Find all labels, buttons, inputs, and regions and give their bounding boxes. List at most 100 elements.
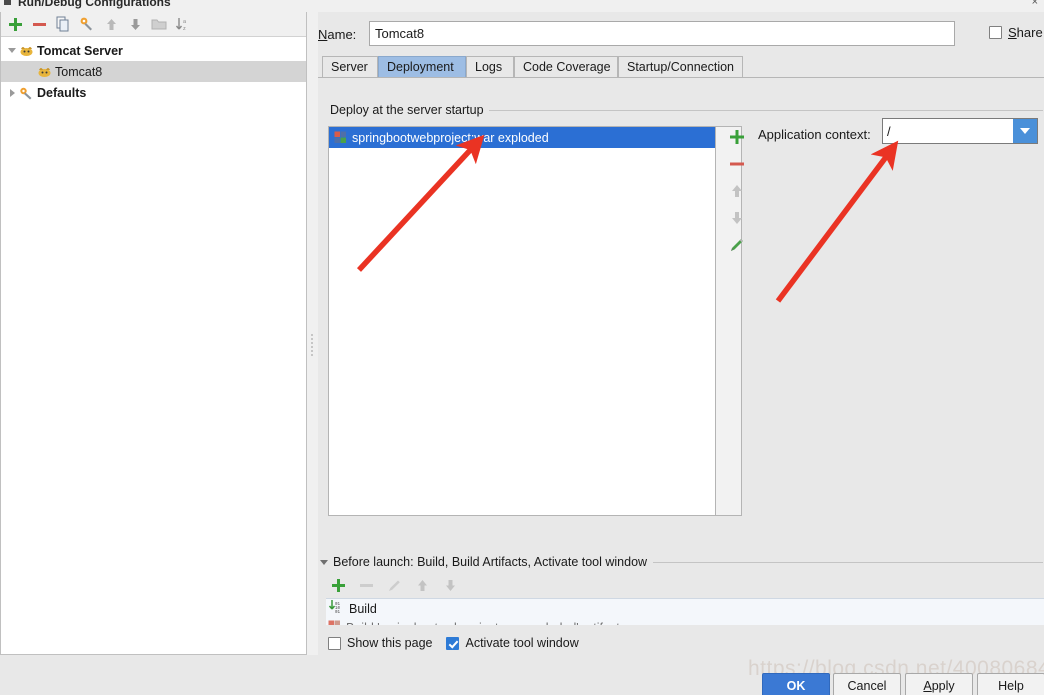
ok-button[interactable]: OK xyxy=(762,673,830,695)
before-launch-header[interactable]: Before launch: Build, Build Artifacts, A… xyxy=(320,555,654,569)
list-item[interactable]: Build 'springbootwebproject:war exploded… xyxy=(326,618,1044,625)
name-label-rest: ame: xyxy=(327,27,357,42)
build-icon: 01 10 01 xyxy=(328,600,344,617)
move-task-up-button[interactable] xyxy=(410,574,434,596)
run-debug-configurations-dialog: Run/Debug Configurations × a z Tomcat Se… xyxy=(0,0,1044,695)
configuration-tabs[interactable]: Server Deployment Logs Code Coverage Sta… xyxy=(318,56,1044,78)
arrow-up-icon xyxy=(106,18,116,30)
deploy-group-line xyxy=(470,110,1043,111)
show-this-page-row[interactable]: Show this page xyxy=(328,636,432,650)
apply-button[interactable]: Apply xyxy=(905,673,973,695)
before-launch-tasks-list[interactable]: 01 10 01 Build Build 'springbootwe xyxy=(326,598,1044,625)
edit-templates-button[interactable] xyxy=(76,14,98,35)
list-item[interactable]: springbootwebproject:war exploded xyxy=(329,127,715,148)
deployment-list-buttons xyxy=(722,124,752,264)
pencil-icon xyxy=(388,580,400,591)
edit-artifact-button[interactable] xyxy=(724,232,750,257)
window-icon xyxy=(4,0,11,5)
plus-icon xyxy=(8,17,22,31)
copy-icon xyxy=(56,16,69,32)
plus-icon xyxy=(331,578,345,592)
move-task-down-button[interactable] xyxy=(438,574,462,596)
move-up-button[interactable] xyxy=(100,14,122,35)
move-down-button[interactable] xyxy=(124,14,146,35)
wrench-icon xyxy=(80,17,92,31)
before-launch-toolbar xyxy=(326,574,462,596)
move-artifact-up-button[interactable] xyxy=(724,178,750,203)
deployment-artifacts-list[interactable]: springbootwebproject:war exploded xyxy=(328,126,716,516)
tree-item-tomcat-server[interactable]: Tomcat Server xyxy=(1,40,306,61)
chevron-down-icon[interactable] xyxy=(1013,119,1037,143)
move-artifact-down-button[interactable] xyxy=(724,205,750,230)
remove-artifact-button[interactable] xyxy=(724,151,750,176)
task-label: Build xyxy=(349,601,377,616)
share-label-rest: hare xyxy=(1016,25,1043,40)
plus-icon xyxy=(730,129,744,144)
sort-configurations-button[interactable]: a z xyxy=(172,14,194,35)
arrow-down-icon xyxy=(732,211,742,224)
show-this-page-label: Show this page xyxy=(347,636,433,650)
name-label: Name: xyxy=(318,27,356,42)
pencil-icon xyxy=(731,238,743,251)
sort-az-icon: a z xyxy=(175,17,187,32)
help-button[interactable]: Help xyxy=(977,673,1044,695)
add-artifact-button[interactable] xyxy=(724,124,750,149)
share-checkbox[interactable] xyxy=(989,26,1002,39)
wrench-icon xyxy=(19,82,37,103)
expand-toggle-icon[interactable] xyxy=(5,82,19,103)
apply-label-rest: pply xyxy=(931,678,955,693)
list-item[interactable]: 01 10 01 Build xyxy=(326,599,1044,618)
tab-server[interactable]: Server xyxy=(322,56,378,78)
application-context-input[interactable] xyxy=(883,119,1015,143)
close-icon[interactable]: × xyxy=(1032,0,1038,8)
artifact-icon xyxy=(334,131,352,144)
name-input[interactable] xyxy=(369,21,955,46)
splitter-grip-icon xyxy=(311,332,316,368)
before-launch-line xyxy=(648,562,1043,563)
new-folder-button[interactable] xyxy=(148,14,170,35)
arrow-up-icon xyxy=(417,579,427,591)
tree-item-tomcat8[interactable]: Tomcat8 xyxy=(1,61,306,82)
share-mnemonic: S xyxy=(1008,25,1017,40)
activate-tool-window-label: Activate tool window xyxy=(465,636,579,650)
configurations-panel: a z Tomcat Server Tomcat8 Defaults xyxy=(0,12,307,655)
remove-configuration-button[interactable] xyxy=(28,14,50,35)
application-context-label: Application context: xyxy=(758,127,871,142)
show-this-page-checkbox[interactable] xyxy=(328,636,341,650)
application-context-combobox[interactable] xyxy=(882,118,1038,144)
svg-text:a: a xyxy=(183,19,187,25)
tab-deployment[interactable]: Deployment xyxy=(378,56,466,78)
configurations-toolbar: a z xyxy=(1,12,306,37)
activate-tool-window-row[interactable]: Activate tool window xyxy=(446,636,579,650)
minus-icon xyxy=(32,22,46,26)
configurations-tree[interactable]: Tomcat Server Tomcat8 Defaults xyxy=(1,38,306,654)
task-label: Build 'springbootwebproject:war exploded… xyxy=(346,621,620,626)
copy-configuration-button[interactable] xyxy=(52,14,74,35)
arrow-down-icon xyxy=(130,18,140,30)
remove-task-button[interactable] xyxy=(354,574,378,596)
share-label: Share xyxy=(1008,25,1043,40)
svg-text:01: 01 xyxy=(335,611,341,614)
edit-task-button[interactable] xyxy=(382,574,406,596)
add-configuration-button[interactable] xyxy=(4,14,26,35)
add-task-button[interactable] xyxy=(326,574,350,596)
name-label-mnemonic: N xyxy=(318,27,328,42)
svg-text:z: z xyxy=(183,26,186,32)
tab-logs[interactable]: Logs xyxy=(466,56,514,78)
activate-tool-window-checkbox[interactable] xyxy=(446,636,460,650)
collapse-toggle-icon[interactable] xyxy=(320,559,328,565)
tab-startup-connection[interactable]: Startup/Connection xyxy=(618,56,743,78)
arrow-down-icon xyxy=(445,579,455,591)
configuration-editor-panel: Name: Share Server Deployment Logs Code … xyxy=(318,12,1044,655)
share-checkbox-row[interactable]: Share xyxy=(989,25,1043,40)
window-title: Run/Debug Configurations xyxy=(18,0,171,9)
expand-toggle-icon[interactable] xyxy=(5,40,19,61)
cancel-button[interactable]: Cancel xyxy=(833,673,901,695)
tomcat-icon xyxy=(37,61,55,82)
tab-underline xyxy=(318,77,1044,78)
tree-item-defaults[interactable]: Defaults xyxy=(1,82,306,103)
window-titlebar: Run/Debug Configurations × xyxy=(0,0,1044,12)
tab-code-coverage[interactable]: Code Coverage xyxy=(514,56,618,78)
before-launch-options: Show this page Activate tool window xyxy=(328,636,579,650)
